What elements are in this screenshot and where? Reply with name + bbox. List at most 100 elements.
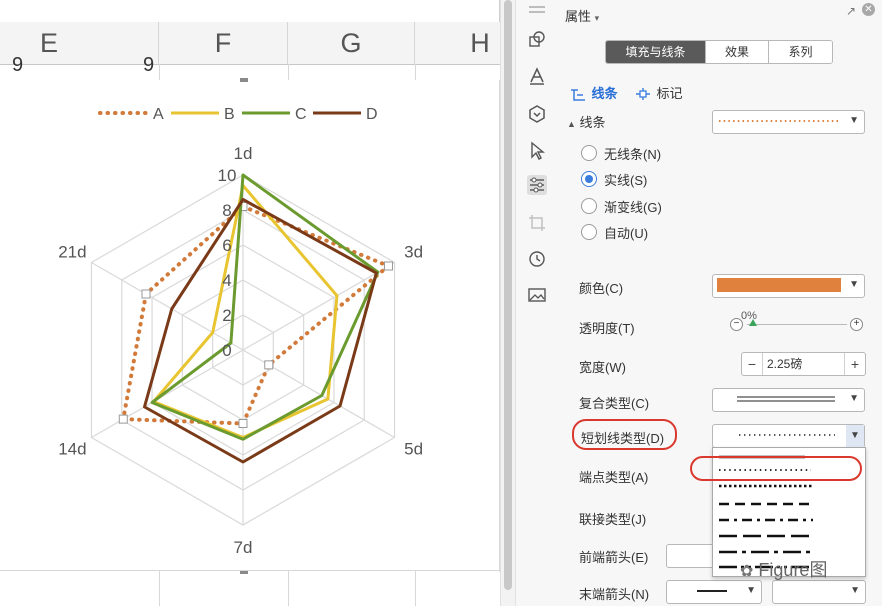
begin-arrow-label: 前端箭头(E) xyxy=(579,550,649,565)
width-decrease-button[interactable]: − xyxy=(742,353,762,375)
section-line-label: 线条 xyxy=(579,115,606,130)
width-stepper[interactable]: − 2.25磅 + xyxy=(741,352,866,376)
select-pointer-icon[interactable] xyxy=(527,141,547,161)
tool-rail xyxy=(515,0,559,606)
chart-resize-handle-top[interactable] xyxy=(240,78,248,82)
double-line-preview xyxy=(737,396,835,402)
end-arrow-type-dropdown[interactable]: ▼ xyxy=(666,580,762,604)
chevron-down-icon: ▼ xyxy=(746,585,756,596)
color-swatch xyxy=(717,278,841,292)
scrollbar-thumb[interactable] xyxy=(504,0,512,590)
radio-gradient-line-label: 渐变线(G) xyxy=(604,200,662,215)
chart-legend[interactable]: A B C D xyxy=(98,106,378,123)
panel-tabs: 填充与线条 效果 系列 xyxy=(605,40,833,64)
radio-auto-line-label: 自动(U) xyxy=(604,226,649,241)
tab-effects[interactable]: 效果 xyxy=(706,41,769,63)
width-increase-button[interactable]: + xyxy=(845,353,865,375)
series-point-handle[interactable] xyxy=(238,419,248,428)
color-dropdown[interactable]: ▼ xyxy=(712,274,865,298)
properties-icon[interactable] xyxy=(527,175,547,195)
end-arrow-size-dropdown[interactable]: ▼ xyxy=(772,580,866,604)
transparency-label: 透明度(T) xyxy=(579,321,635,336)
shapes-icon[interactable] xyxy=(527,30,547,50)
column-header-g[interactable]: G xyxy=(288,22,415,64)
history-icon[interactable] xyxy=(527,249,547,269)
dotted-line-preview xyxy=(719,120,839,122)
line-settings-icon xyxy=(571,89,585,101)
legend-label-b: B xyxy=(224,106,235,123)
column-header-e[interactable]: E xyxy=(0,22,159,64)
transparency-slider-thumb[interactable] xyxy=(749,319,757,326)
watermark-text: Figure图 xyxy=(758,560,828,580)
chevron-down-icon: ▼ xyxy=(849,279,859,290)
highlight-circle xyxy=(572,419,677,450)
panel-title[interactable]: 属性 ▾ xyxy=(565,6,599,25)
series-line-d[interactable] xyxy=(142,198,378,464)
chevron-down-icon: ▼ xyxy=(849,115,859,126)
radio-no-line-label: 无线条(N) xyxy=(604,147,662,162)
chevron-down-icon: ▾ xyxy=(594,13,600,23)
image-icon[interactable] xyxy=(527,285,547,305)
subtab-marker-label: 标记 xyxy=(656,86,683,101)
radar-chart[interactable]: A B C D 1d 3d 5d 7d 14d 21d 0 2 4 6 8 10 xyxy=(0,78,500,574)
line-preview xyxy=(697,590,727,592)
series-point-handle[interactable] xyxy=(118,414,128,424)
cell-value[interactable]: 9 xyxy=(143,54,154,77)
line-style-dropdown[interactable]: ▼ xyxy=(712,110,865,134)
compound-type-dropdown[interactable]: ▼ xyxy=(712,388,865,412)
radial-tick-label: 10 xyxy=(218,166,237,185)
vertical-scrollbar[interactable] xyxy=(500,0,515,606)
compound-type-label: 复合类型(C) xyxy=(579,396,650,411)
transparency-decrease-button[interactable]: − xyxy=(730,318,743,331)
radial-tick-label: 6 xyxy=(222,236,231,255)
radar-grid xyxy=(90,174,396,526)
radial-tick-label: 8 xyxy=(222,201,231,220)
width-label: 宽度(W) xyxy=(579,360,626,375)
section-line[interactable]: ▲ 线条 xyxy=(567,112,606,131)
rail-grip[interactable] xyxy=(529,6,545,8)
subtab-line[interactable]: 线条 xyxy=(569,83,617,103)
tab-fill-line[interactable]: 填充与线条 xyxy=(606,41,706,63)
radio-no-line[interactable] xyxy=(581,145,597,161)
chevron-down-icon: ▼ xyxy=(850,585,860,596)
dash-preview xyxy=(739,434,835,436)
legend-label-c: C xyxy=(295,106,307,123)
shape-fill-icon[interactable] xyxy=(527,104,547,124)
text-style-icon[interactable] xyxy=(527,66,547,86)
marker-settings-icon xyxy=(636,87,650,100)
width-input[interactable]: 2.25磅 xyxy=(762,353,845,375)
tab-series[interactable]: 系列 xyxy=(769,41,832,63)
radio-auto-line[interactable] xyxy=(581,224,597,240)
series-point-handle[interactable] xyxy=(141,289,151,299)
subtab-marker[interactable]: 标记 xyxy=(634,83,682,103)
radial-tick-label: 4 xyxy=(222,271,231,290)
dash-type-dropdown[interactable]: ▼ xyxy=(712,424,865,448)
close-icon[interactable]: ✕ xyxy=(862,3,875,16)
legend-label-d: D xyxy=(366,106,378,123)
sheet-row-bottom xyxy=(0,570,500,606)
collapse-triangle-icon: ▲ xyxy=(567,119,576,129)
properties-panel: 属性 ▾ ↗ ✕ 填充与线条 效果 系列 线条 标记 ▲ 线条 ▼ 无线条(N)… xyxy=(557,0,882,606)
formula-row-cell[interactable] xyxy=(0,0,515,23)
rail-grip[interactable] xyxy=(529,11,545,13)
cell-value[interactable]: 9 xyxy=(12,54,23,77)
series-point-handle[interactable] xyxy=(264,360,274,370)
watermark: ✿ Figure图 xyxy=(740,556,827,582)
pin-icon[interactable]: ↗ xyxy=(846,4,856,18)
chevron-down-icon[interactable]: ▼ xyxy=(846,425,864,447)
subtab-line-label: 线条 xyxy=(591,86,618,101)
radio-gradient-line[interactable] xyxy=(581,198,597,214)
radio-solid-line[interactable] xyxy=(581,171,597,187)
radial-tick-label: 2 xyxy=(222,306,231,325)
transparency-increase-button[interactable]: + xyxy=(850,318,863,331)
color-label: 颜色(C) xyxy=(579,281,624,296)
transparency-slider-track[interactable] xyxy=(747,324,847,325)
radio-solid-line-label: 实线(S) xyxy=(604,173,648,188)
spreadsheet-area: E F G H 9 9 A B C D 1d 3d 5d 7d 14d 21d 0 2 4 6 8 10 xyxy=(0,0,515,606)
crop-icon xyxy=(527,213,547,233)
category-label: 5d xyxy=(404,440,423,459)
radial-tick-label: 0 xyxy=(222,341,231,360)
cap-type-label: 端点类型(A) xyxy=(579,470,649,485)
column-header-f[interactable]: F xyxy=(159,22,288,64)
series-point-handle[interactable] xyxy=(383,261,393,271)
